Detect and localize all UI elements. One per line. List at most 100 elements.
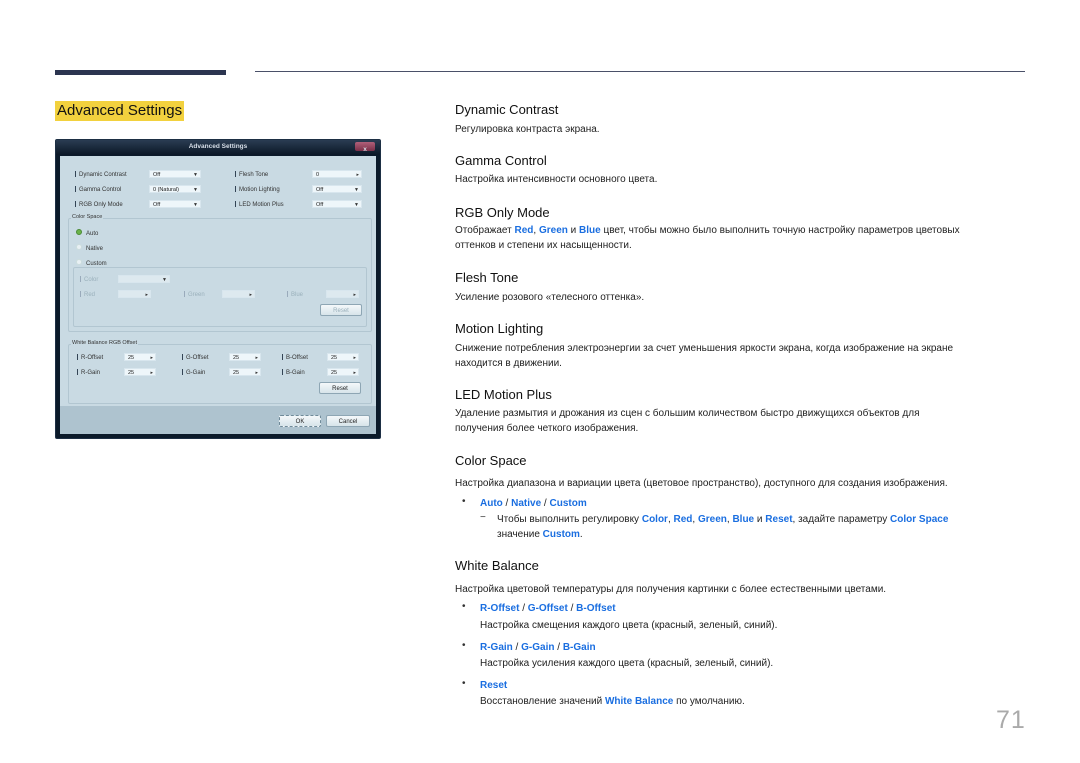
led-motion-plus-label: LED Motion Plus — [235, 201, 284, 208]
flesh-tone-stepper[interactable]: 0 ▸ — [312, 170, 362, 178]
text: и — [754, 514, 766, 525]
text: / — [567, 603, 577, 614]
blue-stepper[interactable]: ▸ — [326, 290, 359, 298]
dialog-footer: OK Cancel — [60, 406, 376, 434]
offset-desc: Настройка смещения каждого цвета (красны… — [480, 620, 778, 631]
term-custom: Custom — [542, 529, 580, 540]
dropdown-value: Off — [153, 172, 161, 178]
term-native: Native — [511, 498, 542, 509]
radio-custom[interactable]: Custom — [76, 259, 107, 267]
chevron-right-icon: ▸ — [150, 355, 153, 361]
dropdown-value: Off — [316, 187, 324, 193]
radio-label: Auto — [86, 231, 99, 237]
motion-lighting-label: Motion Lighting — [235, 186, 280, 193]
g-offset-label: G-Offset — [182, 354, 209, 361]
text: Снижение потребления электроэнергии за с… — [455, 343, 954, 354]
g-gain-label: G-Gain — [182, 369, 205, 376]
color-dropdown[interactable]: ▼ — [118, 275, 170, 283]
chevron-right-icon: ▸ — [150, 370, 153, 376]
term-b-offset: B-Offset — [576, 603, 616, 614]
offset-terms: R-Offset / G-Offset / B-Offset — [480, 601, 1030, 616]
chevron-down-icon: ▼ — [193, 172, 198, 178]
gamma-control-dropdown[interactable]: 0 (Natural) ▼ — [149, 185, 201, 193]
chevron-right-icon: ▸ — [255, 370, 258, 376]
chevron-right-icon: ▸ — [249, 292, 252, 298]
gain-desc: Настройка усиления каждого цвета (красны… — [480, 658, 774, 669]
term-b-gain: B-Gain — [562, 642, 596, 653]
chevron-right-icon: ▸ — [145, 292, 148, 298]
text: , задайте параметру — [792, 514, 891, 525]
color-reset-button[interactable]: Reset — [320, 304, 362, 316]
section-title: Advanced Settings — [55, 101, 185, 121]
chevron-down-icon: ▼ — [162, 277, 167, 283]
g-offset-stepper[interactable]: 25 ▸ — [229, 353, 261, 361]
text: / — [502, 498, 512, 509]
green-stepper[interactable]: ▸ — [222, 290, 255, 298]
text: и — [567, 225, 580, 236]
text: / — [519, 603, 528, 614]
dialog-body: Dynamic Contrast Off ▼ Gamma Control 0 (N… — [60, 156, 376, 434]
radio-auto[interactable]: Auto — [76, 229, 98, 237]
term-blue: Blue — [732, 514, 755, 525]
dialog-title: Advanced Settings — [188, 143, 248, 150]
stepper-value: 25 — [128, 370, 135, 376]
text: получения более четкого изображения. — [455, 423, 639, 434]
chevron-right-icon: ▸ — [255, 355, 258, 361]
white-balance-reset-button[interactable]: Reset — [319, 382, 361, 394]
header-rule-thin — [255, 71, 1025, 72]
text: / — [554, 642, 563, 653]
b-offset-stepper[interactable]: 25 ▸ — [327, 353, 359, 361]
gain-terms: R-Gain / G-Gain / B-Gain — [480, 640, 1030, 655]
white-balance-desc: Настройка цветовой температуры для получ… — [455, 584, 887, 595]
flesh-tone-heading: Flesh Tone — [455, 270, 519, 285]
rgb-only-mode-dropdown[interactable]: Off ▼ — [149, 200, 201, 208]
term-custom: Custom — [549, 498, 587, 509]
r-offset-stepper[interactable]: 25 ▸ — [124, 353, 156, 361]
text: цвет, чтобы можно было выполнить точную … — [600, 225, 960, 236]
term-g-gain: G-Gain — [521, 642, 555, 653]
green-label: Green — [184, 291, 205, 298]
cancel-button[interactable]: Cancel — [326, 415, 370, 427]
radio-native[interactable]: Native — [76, 244, 103, 252]
stepper-value: 25 — [331, 370, 338, 376]
flesh-tone-label: Flesh Tone — [235, 171, 268, 178]
r-gain-label: R-Gain — [77, 369, 100, 376]
ok-button[interactable]: OK — [279, 415, 321, 427]
term-reset: Reset — [765, 514, 793, 525]
color-space-desc: Настройка диапазона и вариации цвета (цв… — [455, 478, 948, 489]
r-gain-stepper[interactable]: 25 ▸ — [124, 368, 156, 376]
gamma-control-heading: Gamma Control — [455, 153, 547, 168]
term-white-balance: White Balance — [604, 696, 674, 707]
term-auto: Auto — [480, 498, 503, 509]
b-gain-label: B-Gain — [282, 369, 305, 376]
rgb-only-mode-heading: RGB Only Mode — [455, 205, 550, 220]
dropdown-value: 0 (Natural) — [153, 187, 179, 193]
g-gain-stepper[interactable]: 25 ▸ — [229, 368, 261, 376]
bullet: • — [462, 678, 466, 689]
b-gain-stepper[interactable]: 25 ▸ — [327, 368, 359, 376]
color-space-heading: Color Space — [455, 453, 527, 468]
motion-lighting-dropdown[interactable]: Off ▼ — [312, 185, 362, 193]
red-stepper[interactable]: ▸ — [118, 290, 151, 298]
term-red: Red — [673, 514, 693, 525]
dynamic-contrast-dropdown[interactable]: Off ▼ — [149, 170, 201, 178]
text: / — [512, 642, 522, 653]
gamma-control-desc: Настройка интенсивности основного цвета. — [455, 174, 658, 185]
chevron-down-icon: ▼ — [193, 202, 198, 208]
text: . — [579, 529, 583, 540]
term-g-offset: G-Offset — [527, 603, 568, 614]
advanced-settings-dialog: Advanced Settings x Dynamic Contrast Off… — [55, 139, 381, 439]
led-motion-plus-dropdown[interactable]: Off ▼ — [312, 200, 362, 208]
bullet: • — [462, 496, 466, 507]
term-r-gain: R-Gain — [480, 642, 513, 653]
stepper-value: 25 — [128, 355, 135, 361]
close-button[interactable]: x — [355, 142, 375, 153]
gamma-control-label: Gamma Control — [75, 186, 121, 193]
motion-lighting-desc: Снижение потребления электроэнергии за с… — [455, 341, 1035, 371]
chevron-down-icon: ▼ — [354, 187, 359, 193]
white-balance-heading: White Balance — [455, 558, 539, 573]
color-space-group-label: Color Space — [71, 214, 104, 220]
text: оттенков и степени их насыщенности. — [455, 240, 632, 251]
text: находится в движении. — [455, 358, 562, 369]
header-rule-thick — [55, 70, 226, 75]
